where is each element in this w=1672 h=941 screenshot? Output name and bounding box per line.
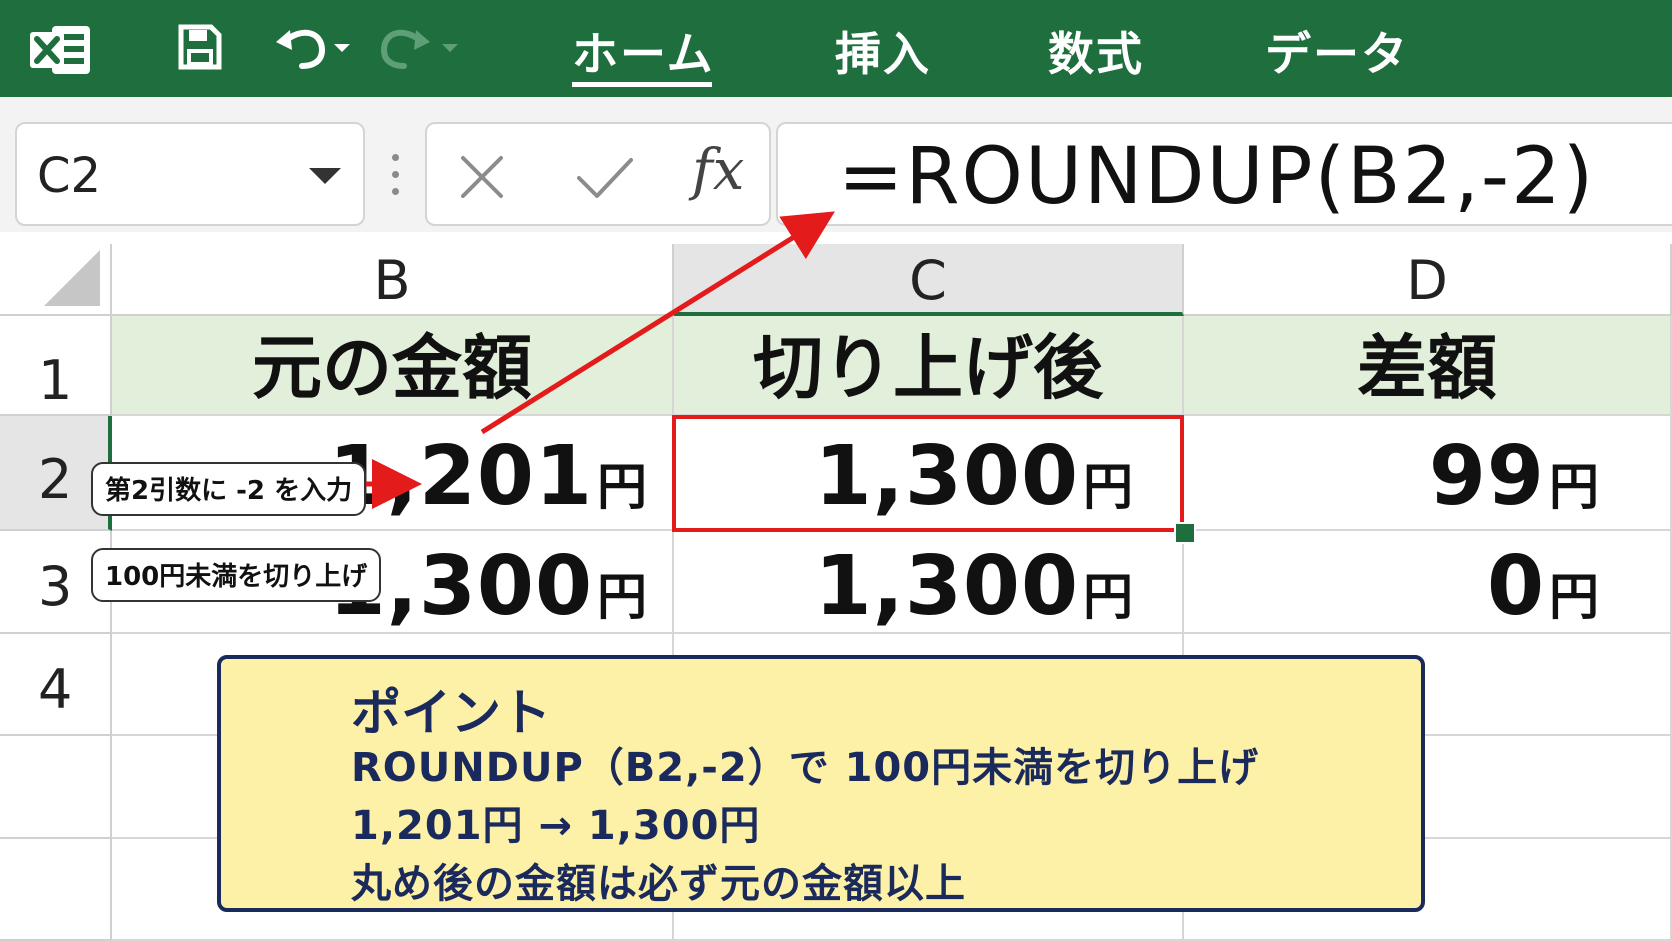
point-note-box: ポイント ROUNDUP（B2,-2）で 100円未満を切り上げ 1,201円 … (217, 655, 1425, 912)
active-cell-highlight (672, 415, 1184, 532)
save-icon[interactable] (178, 24, 222, 70)
chevron-down-icon[interactable] (309, 168, 341, 184)
cell-b1[interactable]: 元の金額 (112, 316, 674, 416)
point-line-3: 丸め後の金額は必ず元の金額以上 (351, 861, 966, 907)
cell-d2[interactable]: 99円 (1184, 416, 1672, 531)
cell-value: 1,201 (328, 429, 593, 524)
formula-input[interactable]: =ROUNDUP(B2,-2) (776, 122, 1672, 226)
tab-data[interactable]: データ (1265, 18, 1409, 84)
column-header-b[interactable]: B (112, 244, 674, 316)
row-header-4[interactable]: 4 (0, 634, 112, 736)
fill-handle[interactable] (1174, 522, 1196, 544)
cell-unit: 円 (1549, 458, 1600, 516)
cell-c1[interactable]: 切り上げ後 (674, 316, 1184, 416)
excel-logo-icon[interactable] (28, 22, 92, 78)
name-box[interactable]: C2 (15, 122, 365, 226)
cell-unit: 円 (1549, 568, 1600, 626)
redo-icon[interactable] (380, 24, 460, 72)
callout-second-argument: 第2引数に -2 を入力 (91, 462, 367, 516)
row-header-6[interactable] (0, 839, 112, 941)
point-line-2: 1,201円 → 1,300円 (351, 803, 761, 849)
callout-roundup-note: 100円未満を切り上げ (91, 548, 382, 602)
cell-unit: 円 (597, 458, 648, 516)
cell-unit: 円 (597, 568, 648, 626)
formula-text: =ROUNDUP(B2,-2) (838, 132, 1596, 222)
column-header-d[interactable]: D (1184, 244, 1672, 316)
select-all-icon (44, 250, 100, 306)
name-box-value: C2 (37, 148, 102, 204)
cell-value: 1,300 (814, 539, 1079, 634)
row-header-5[interactable] (0, 736, 112, 839)
tab-insert[interactable]: 挿入 (835, 18, 931, 84)
cell-d1[interactable]: 差額 (1184, 316, 1672, 416)
cell-value: 0 (1486, 539, 1545, 634)
cell-unit: 円 (1083, 568, 1134, 626)
cell-c3[interactable]: 1,300円 (674, 531, 1184, 634)
tab-home[interactable]: ホーム (572, 18, 715, 84)
undo-icon[interactable] (272, 24, 352, 72)
drag-handle-icon[interactable] (392, 154, 400, 202)
ribbon-bar: ホーム 挿入 数式 データ (0, 0, 1672, 97)
formula-controls: fx (425, 122, 771, 226)
tab-formulas[interactable]: 数式 (1048, 18, 1144, 84)
check-icon[interactable] (575, 152, 635, 202)
cell-d3[interactable]: 0円 (1184, 531, 1672, 634)
row-header-1[interactable]: 1 (0, 316, 112, 416)
insert-function-button[interactable]: fx (692, 138, 744, 203)
select-all-button[interactable] (0, 244, 112, 316)
active-tab-indicator (572, 82, 712, 87)
cell-value: 99 (1428, 429, 1545, 524)
point-line-1: ROUNDUP（B2,-2）で 100円未満を切り上げ (351, 745, 1260, 791)
column-header-c[interactable]: C (674, 244, 1184, 316)
close-icon[interactable] (457, 152, 507, 202)
